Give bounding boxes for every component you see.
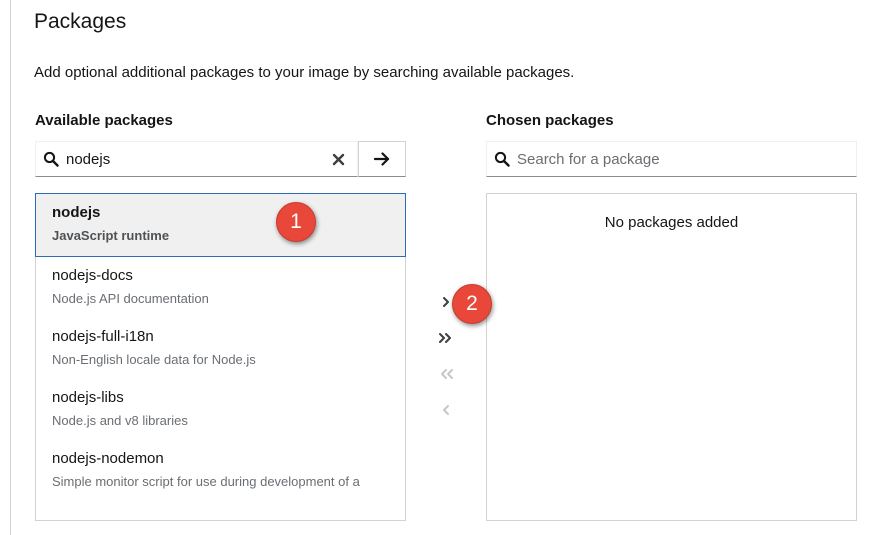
package-name: nodejs-nodemon xyxy=(52,450,164,467)
package-name: nodejs xyxy=(52,204,101,221)
remove-selected-button[interactable] xyxy=(432,396,460,424)
list-item[interactable]: nodejs-nodemon Simple monitor script for… xyxy=(36,440,405,501)
add-all-button[interactable] xyxy=(432,324,460,352)
clear-search-button[interactable] xyxy=(319,142,357,176)
chevron-left-icon xyxy=(443,405,449,415)
remove-all-button[interactable] xyxy=(432,360,460,388)
list-item[interactable]: nodejs-full-i18n Non-English locale data… xyxy=(36,318,405,379)
search-submit-button[interactable] xyxy=(358,141,406,177)
chosen-search-input[interactable]: Search for a package xyxy=(517,151,856,168)
package-description: JavaScript runtime xyxy=(52,228,170,243)
list-item[interactable]: nodejs JavaScript runtime xyxy=(35,193,406,257)
page-title: Packages xyxy=(34,10,127,33)
section-divider xyxy=(10,0,11,535)
package-description: Non-English locale data for Node.js xyxy=(52,352,256,367)
package-description: Node.js API documentation xyxy=(52,291,209,306)
list-item[interactable]: nodejs-libs Node.js and v8 libraries xyxy=(36,379,405,440)
chosen-packages-list: No packages added xyxy=(486,193,857,521)
list-item[interactable]: nodejs-docs Node.js API documentation xyxy=(36,257,405,318)
chosen-packages-label: Chosen packages xyxy=(486,112,614,129)
available-search-input[interactable]: nodejs xyxy=(66,151,319,168)
close-icon xyxy=(332,153,344,165)
empty-state-text: No packages added xyxy=(604,214,739,231)
search-icon xyxy=(36,151,66,167)
package-name: nodejs-libs xyxy=(52,389,124,406)
package-name: nodejs-full-i18n xyxy=(52,328,154,345)
search-icon xyxy=(487,151,517,167)
section-description: Add optional additional packages to your… xyxy=(34,64,575,81)
available-search-box[interactable]: nodejs xyxy=(35,141,358,177)
package-description: Node.js and v8 libraries xyxy=(52,413,188,428)
annotation-badge-2: 2 xyxy=(452,284,492,324)
package-name: nodejs-docs xyxy=(52,267,133,284)
available-packages-label: Available packages xyxy=(35,112,173,129)
chevron-right-icon xyxy=(443,297,449,307)
available-packages-list: nodejs JavaScript runtime nodejs-docs No… xyxy=(35,193,406,521)
chosen-search-box[interactable]: Search for a package xyxy=(486,141,857,177)
arrow-right-icon xyxy=(374,152,390,166)
double-chevron-right-icon xyxy=(439,333,451,343)
double-chevron-left-icon xyxy=(441,369,453,379)
annotation-badge-1: 1 xyxy=(276,202,316,242)
package-description: Simple monitor script for use during dev… xyxy=(52,474,360,489)
